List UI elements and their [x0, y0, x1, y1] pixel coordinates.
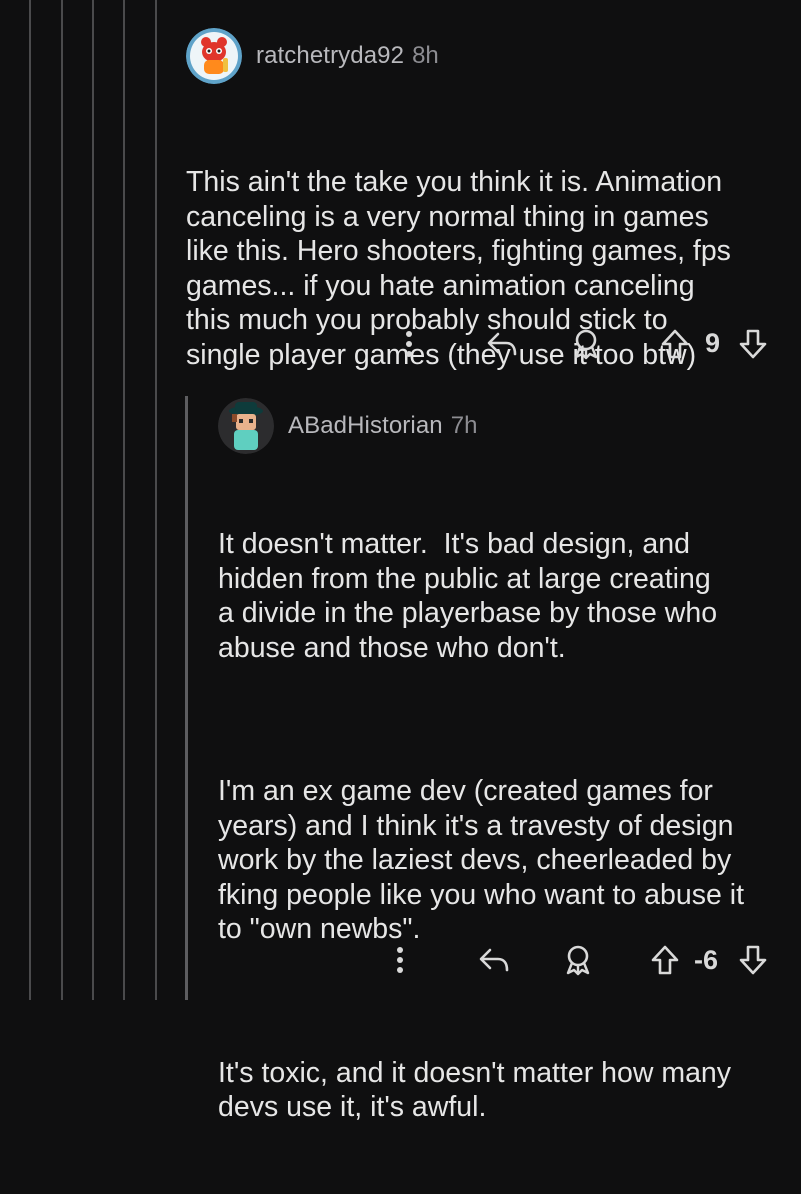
award-icon — [574, 329, 598, 360]
reply-button[interactable] — [484, 326, 520, 362]
comment-body: This ain't the take you think it is. Ani… — [186, 96, 786, 441]
comment: ABadHistorian 7h It doesn't matter. It's… — [218, 398, 788, 1194]
comment-username[interactable]: ABadHistorian — [288, 412, 443, 440]
comment-timestamp: 8h — [412, 42, 439, 69]
user-avatar[interactable] — [218, 398, 274, 454]
downvote-button[interactable] — [736, 942, 770, 978]
comment-username[interactable]: ratchetryda92 — [256, 42, 404, 70]
award-icon — [566, 945, 590, 976]
reply-icon — [487, 332, 517, 356]
comment-paragraph: It doesn't matter. It's bad design, and … — [218, 528, 718, 664]
reply-button[interactable] — [476, 942, 512, 978]
upvote-icon — [651, 945, 679, 975]
upvote-button[interactable] — [648, 942, 682, 978]
comment-paragraph: It's toxic, and it doesn't matter how ma… — [218, 1056, 732, 1124]
more-options-button[interactable] — [396, 328, 422, 360]
snoo-avatar-icon — [186, 28, 242, 84]
comment-body: It doesn't matter. It's bad design, and … — [218, 458, 788, 1194]
upvote-button[interactable] — [658, 326, 692, 362]
comment-header: ratchetryda92 8h — [186, 28, 786, 84]
award-button[interactable] — [568, 326, 604, 362]
thread-line-3[interactable] — [92, 0, 94, 1000]
comment: ratchetryda92 8h This ain't the take you… — [186, 28, 786, 441]
upvote-icon — [661, 329, 689, 359]
thread-line-5[interactable] — [155, 0, 157, 1000]
comment-paragraph: I'm an ex game dev (created games for ye… — [218, 775, 744, 945]
downvote-icon — [739, 945, 767, 975]
downvote-button[interactable] — [736, 326, 770, 362]
downvote-icon — [739, 329, 767, 359]
thread-line-2[interactable] — [61, 0, 63, 1000]
thread-line-4[interactable] — [123, 0, 125, 1000]
vote-score: 9 — [705, 328, 721, 358]
vote-score: -6 — [694, 945, 719, 975]
reply-thread-line[interactable] — [185, 396, 188, 1000]
comment-timestamp: 7h — [450, 412, 478, 439]
thread-line-1[interactable] — [29, 0, 31, 1000]
more-options-icon — [397, 947, 403, 973]
snoo-avatar-icon — [218, 398, 274, 454]
more-options-button[interactable] — [387, 944, 413, 976]
award-button[interactable] — [560, 942, 596, 978]
user-avatar[interactable] — [186, 28, 242, 84]
comment-header: ABadHistorian 7h — [218, 398, 788, 454]
more-options-icon — [406, 331, 412, 357]
reply-icon — [479, 948, 509, 972]
